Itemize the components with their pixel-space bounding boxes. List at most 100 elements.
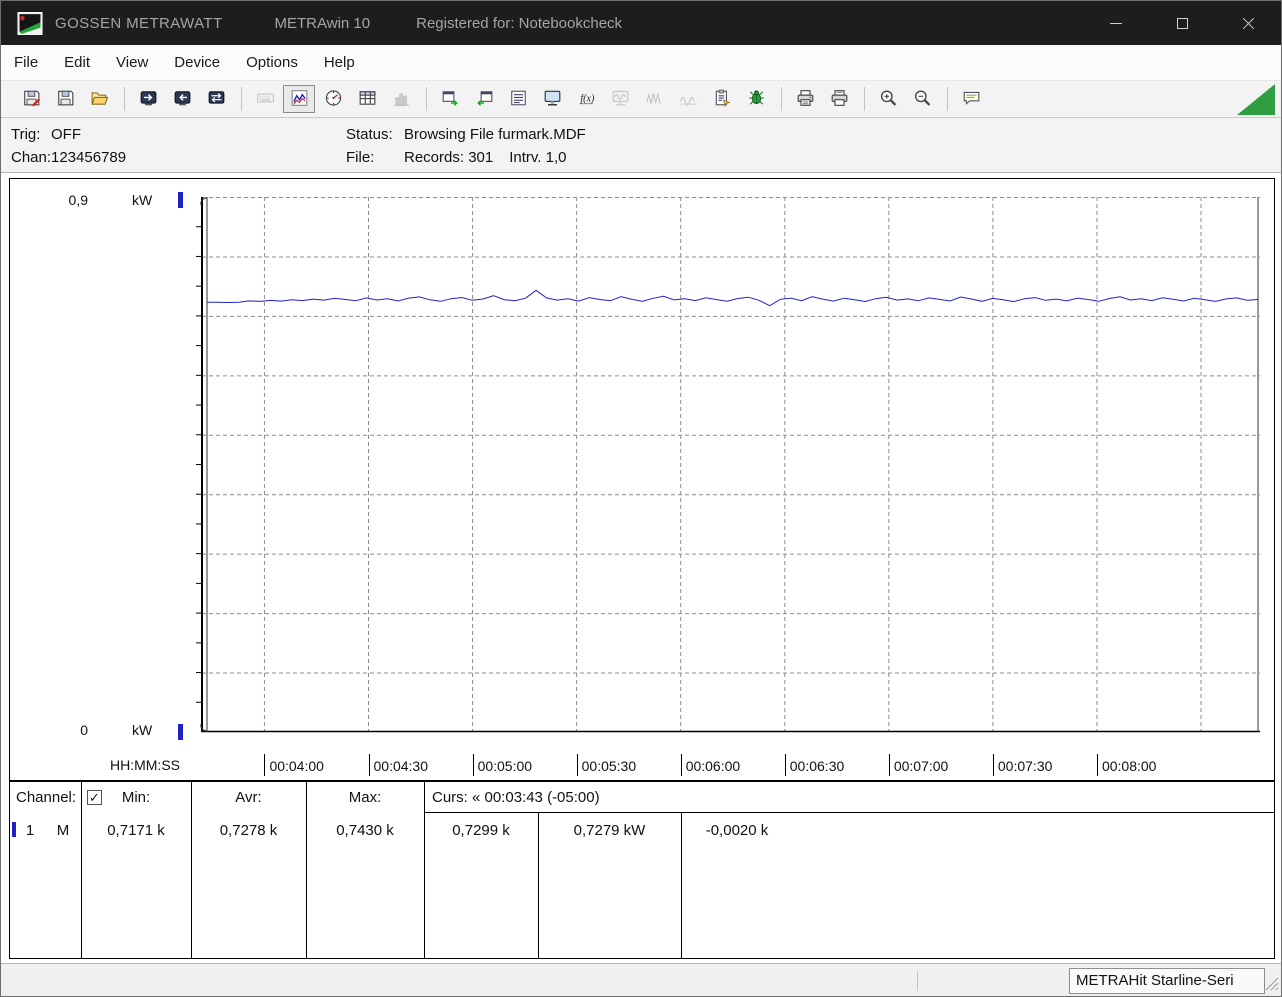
row-min-value: 0,7171 k (81, 822, 191, 839)
x-tick-label: 00:06:00 (681, 754, 741, 776)
row-channel-mode: M (54, 822, 72, 839)
app-logo-icon (17, 12, 43, 35)
trig-value: OFF (51, 126, 81, 143)
numeric-display-button (249, 85, 281, 113)
chart-area: 0,9 kW 0 kW HH:MM:SS 00:04:0000:04:3000:… (1, 173, 1282, 963)
table-display-button[interactable] (351, 85, 383, 113)
header-channel: Channel: (16, 789, 86, 806)
toolbar-separator (781, 87, 782, 111)
measurement-table: Channel: Min: Avr: Max: Curs: « 00:03:43… (10, 782, 1274, 958)
corner-logo-triangle (1237, 84, 1275, 115)
histogram-icon (392, 89, 411, 110)
wave-dense-icon (645, 89, 664, 110)
status-panel: Trig: OFF Chan: 123456789 Status: Browsi… (1, 118, 1281, 173)
monitor-button[interactable] (536, 85, 568, 113)
save-data-button[interactable] (49, 85, 81, 113)
file-records: Records: 301 (404, 149, 493, 166)
device-transfer-button[interactable] (200, 85, 232, 113)
table-divider (424, 782, 425, 958)
resize-grip[interactable] (1265, 977, 1279, 996)
x-tick-label: 00:05:00 (473, 754, 533, 776)
menu-file[interactable]: File (1, 45, 51, 80)
svg-text:f(x): f(x) (580, 93, 595, 104)
formula-button[interactable]: f(x) (570, 85, 602, 113)
device-receive-button[interactable] (166, 85, 198, 113)
menu-options[interactable]: Options (233, 45, 311, 80)
content-box: 0,9 kW 0 kW HH:MM:SS 00:04:0000:04:3000:… (9, 178, 1275, 959)
x-axis-caption: HH:MM:SS (110, 757, 180, 773)
row-cursor2-value: 0,7279 kW (538, 822, 681, 839)
table-divider (191, 782, 192, 958)
x-tick-label: 00:04:00 (264, 754, 324, 776)
close-icon (1242, 17, 1255, 30)
registration-text: Registered for: Notebookcheck (416, 15, 622, 32)
floppy-pen-icon (22, 89, 41, 110)
metrawin-window: GOSSEN METRAWATT METRAwin 10 Registered … (0, 0, 1282, 997)
close-button[interactable] (1215, 1, 1281, 45)
annotation-button[interactable] (955, 85, 987, 113)
data-list-button[interactable] (502, 85, 534, 113)
chan-value: 123456789 (51, 149, 126, 166)
export-window-button[interactable] (434, 85, 466, 113)
maximize-button[interactable] (1149, 1, 1215, 45)
save-button[interactable] (15, 85, 47, 113)
row-cursor1-value: 0,7299 k (424, 822, 538, 839)
monitor-icon (543, 89, 562, 110)
status-value: Browsing File furmark.MDF (404, 126, 586, 143)
keyboard-icon (256, 89, 275, 110)
device-name-panel: METRAHit Starline-Seri (1069, 968, 1265, 994)
status-bar: METRAHit Starline-Seri (1, 963, 1281, 997)
menu-view[interactable]: View (103, 45, 161, 80)
bug-icon (747, 89, 766, 110)
trig-label: Trig: (11, 126, 51, 143)
print-setup-button[interactable] (823, 85, 855, 113)
minimize-button[interactable] (1083, 1, 1149, 45)
list-icon (509, 89, 528, 110)
x-tick-label: 00:07:30 (993, 754, 1053, 776)
debug-button[interactable] (740, 85, 772, 113)
zoom-out-icon (913, 89, 932, 110)
printer-icon (796, 89, 815, 110)
minimize-icon (1110, 23, 1122, 24)
toolbar-separator (241, 87, 242, 111)
row-avr-value: 0,7278 k (191, 822, 306, 839)
monitor-wave-icon (611, 89, 630, 110)
device-send-button[interactable] (132, 85, 164, 113)
header-cursor: Curs: « 00:03:43 (-05:00) (432, 789, 732, 806)
menu-device[interactable]: Device (161, 45, 233, 80)
zoom-in-button[interactable] (872, 85, 904, 113)
menu-help[interactable]: Help (311, 45, 368, 80)
chart-display-button[interactable] (283, 85, 315, 113)
copy-export-button[interactable] (706, 85, 738, 113)
menu-edit[interactable]: Edit (51, 45, 103, 80)
meter-display-button[interactable] (317, 85, 349, 113)
toolbar-separator (947, 87, 948, 111)
y-max-unit: kW (132, 192, 152, 208)
zoom-out-button[interactable] (906, 85, 938, 113)
wave-b-button (672, 85, 704, 113)
x-tick-label: 00:08:00 (1097, 754, 1157, 776)
table-icon (358, 89, 377, 110)
device-out-icon (139, 89, 158, 110)
chart-plot-area[interactable] (194, 197, 1264, 734)
window-arrow-right-icon (441, 89, 460, 110)
toolbar: f(x) (1, 81, 1281, 118)
app-title: METRAwin 10 (275, 15, 371, 32)
line-chart-icon (290, 89, 309, 110)
table-divider (81, 782, 82, 958)
fx-icon: f(x) (577, 89, 596, 110)
wave-a-button (638, 85, 670, 113)
open-file-button[interactable] (83, 85, 115, 113)
import-window-button[interactable] (468, 85, 500, 113)
print-button[interactable] (789, 85, 821, 113)
cursor-header-underline (424, 812, 1274, 813)
titlebar: GOSSEN METRAWATT METRAwin 10 Registered … (1, 1, 1281, 45)
header-min: Min: (81, 789, 191, 806)
file-interval: Intrv. 1,0 (509, 149, 566, 166)
y-min-marker (178, 724, 183, 740)
x-tick-label: 00:04:30 (369, 754, 429, 776)
toolbar-separator (426, 87, 427, 111)
x-tick-label: 00:05:30 (577, 754, 637, 776)
channel-color-marker (12, 822, 16, 837)
device-in-icon (173, 89, 192, 110)
